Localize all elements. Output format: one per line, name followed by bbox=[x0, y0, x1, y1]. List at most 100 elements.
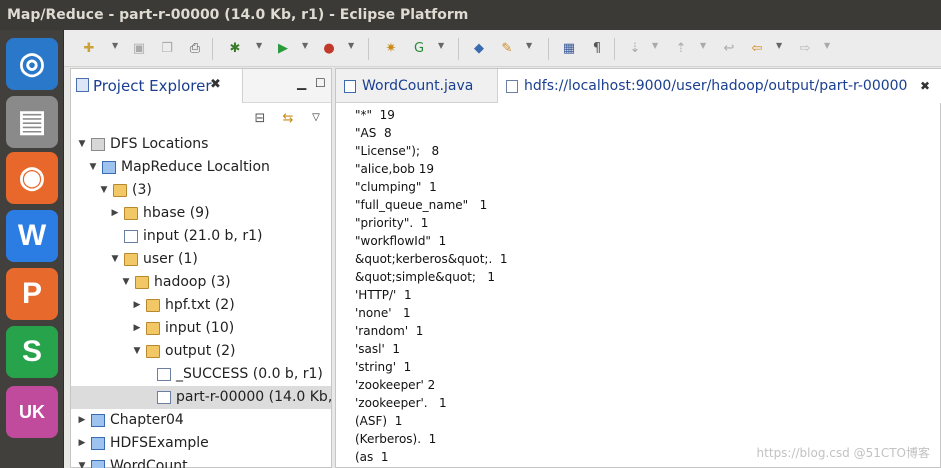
tree-item-label: hadoop (3) bbox=[154, 274, 231, 290]
tree-item[interactable]: ▶ input (10) bbox=[71, 317, 331, 340]
text-line: 'string' 1 bbox=[355, 360, 412, 374]
back-icon[interactable]: ⇦ bbox=[748, 39, 766, 57]
editor-tab-wordcount[interactable]: WordCount.java bbox=[336, 69, 496, 103]
tree-item[interactable]: ▶ hbase (9) bbox=[71, 202, 331, 225]
editor-tab-bar: WordCount.java hdfs://localhost:9000/use… bbox=[336, 69, 941, 103]
text-line: 'random' 1 bbox=[355, 324, 424, 338]
expanded-arrow-icon[interactable]: ▼ bbox=[110, 248, 120, 271]
open-type-icon[interactable]: ◆ bbox=[470, 39, 488, 57]
tree-item[interactable]: ▼ MapReduce Localtion bbox=[71, 156, 331, 179]
expanded-arrow-icon[interactable]: ▼ bbox=[99, 179, 109, 202]
firefox-launcher-icon[interactable]: ◉ bbox=[6, 152, 58, 204]
tree-item[interactable]: ▼ WordCount bbox=[71, 455, 331, 468]
collapsed-arrow-icon[interactable]: ▶ bbox=[77, 409, 87, 432]
folder-icon bbox=[146, 345, 160, 358]
window-title: Map/Reduce - part-r-00000 (14.0 Kb, r1) … bbox=[0, 0, 941, 30]
uk-software-center-launcher-icon[interactable]: UK bbox=[6, 386, 58, 438]
tree-item-label: user (1) bbox=[143, 251, 198, 267]
collapsed-arrow-icon[interactable]: ▶ bbox=[110, 202, 120, 225]
text-line: "full_queue_name" 1 bbox=[355, 198, 488, 212]
project-explorer-tab[interactable]: Project Explorer ✖ bbox=[71, 69, 243, 103]
collapsed-arrow-icon[interactable]: ▶ bbox=[132, 294, 142, 317]
new-java-project-icon[interactable]: ✷ bbox=[382, 39, 400, 57]
maximize-icon[interactable]: ☐ bbox=[315, 76, 326, 90]
tree-item-label: hbase (9) bbox=[143, 205, 210, 221]
tree-item[interactable]: part-r-00000 (14.0 Kb, r1 bbox=[71, 386, 331, 409]
back-dropdown-icon[interactable]: ▼ bbox=[776, 41, 782, 50]
previous-annotation-icon[interactable]: ⇡ bbox=[672, 39, 690, 57]
files-launcher-icon[interactable]: ▤ bbox=[6, 96, 58, 148]
new-class-dropdown-icon[interactable]: ▼ bbox=[438, 41, 444, 50]
debug-icon[interactable]: ✱ bbox=[226, 39, 244, 57]
tree-item[interactable]: _SUCCESS (0.0 b, r1) bbox=[71, 363, 331, 386]
new-class-icon[interactable]: G bbox=[410, 39, 428, 57]
wps-writer-glyph: W bbox=[17, 219, 47, 252]
project-explorer-title: Project Explorer bbox=[93, 77, 212, 95]
expanded-arrow-icon[interactable]: ▼ bbox=[88, 156, 98, 179]
tree-item[interactable]: ▶ Chapter04 bbox=[71, 409, 331, 432]
forward-dropdown-icon[interactable]: ▼ bbox=[824, 41, 830, 50]
tree-item[interactable]: ▼ (3) bbox=[71, 179, 331, 202]
link-with-editor-icon[interactable]: ⇆ bbox=[279, 109, 297, 127]
wps-spreadsheets-launcher-icon[interactable]: S bbox=[6, 326, 58, 378]
editor-tab-part-r-00000[interactable]: hdfs://localhost:9000/user/hadoop/output… bbox=[497, 69, 941, 103]
text-line: (Kerberos). 1 bbox=[355, 432, 437, 446]
tree-item-label: output (2) bbox=[165, 343, 236, 359]
last-edit-location-icon[interactable]: ↩ bbox=[720, 39, 738, 57]
tree-item-label: input (10) bbox=[165, 320, 235, 336]
text-line: (as 1 bbox=[355, 450, 389, 464]
save-all-icon[interactable]: ❐ bbox=[158, 39, 176, 57]
editor-tab-label: hdfs://localhost:9000/user/hadoop/output… bbox=[524, 78, 908, 94]
minimize-icon[interactable]: ▁ bbox=[297, 76, 306, 90]
tree-item-label: input (21.0 b, r1) bbox=[143, 228, 263, 244]
toggle-mark-occurrences-icon[interactable]: ▦ bbox=[560, 39, 578, 57]
new-wizard-icon[interactable]: ✚ bbox=[80, 39, 98, 57]
folder-icon bbox=[124, 253, 138, 266]
collapsed-arrow-icon[interactable]: ▶ bbox=[132, 317, 142, 340]
search-icon[interactable]: ✎ bbox=[498, 39, 516, 57]
project-explorer-icon bbox=[76, 78, 89, 92]
debug-dropdown-icon[interactable]: ▼ bbox=[256, 41, 262, 50]
expanded-arrow-icon[interactable]: ▼ bbox=[132, 340, 142, 363]
collapse-all-icon[interactable]: ⊟ bbox=[251, 109, 269, 127]
wps-spreadsheets-glyph: S bbox=[21, 335, 42, 368]
tree-item[interactable]: ▼ hadoop (3) bbox=[71, 271, 331, 294]
close-icon[interactable]: ✖ bbox=[920, 69, 930, 103]
run-icon[interactable]: ▶ bbox=[274, 39, 292, 57]
show-whitespace-icon[interactable]: ¶ bbox=[588, 39, 606, 57]
print-icon[interactable]: ⎙ bbox=[186, 39, 204, 57]
ubuntu-dash-launcher-icon[interactable]: ◎ bbox=[6, 38, 58, 90]
tree-item-label: (3) bbox=[132, 182, 152, 198]
collapsed-arrow-icon[interactable]: ▶ bbox=[77, 432, 87, 455]
external-tools-dropdown-icon[interactable]: ▼ bbox=[348, 41, 354, 50]
new-dropdown-icon[interactable]: ▼ bbox=[112, 41, 118, 50]
tree-item[interactable]: ▼ DFS Locations bbox=[71, 133, 331, 156]
next-annotation-dropdown-icon[interactable]: ▼ bbox=[652, 41, 658, 50]
expanded-arrow-icon[interactable]: ▼ bbox=[121, 271, 131, 294]
run-dropdown-icon[interactable]: ▼ bbox=[302, 41, 308, 50]
close-icon[interactable]: ✖ bbox=[210, 77, 221, 92]
text-editor[interactable]: "*" 19 "AS 8 "License"); 8 "alice,bob 19 "cl… bbox=[336, 104, 940, 467]
tree-item[interactable]: ▼ user (1) bbox=[71, 248, 331, 271]
wps-presentation-launcher-icon[interactable]: P bbox=[6, 268, 58, 320]
search-dropdown-icon[interactable]: ▼ bbox=[526, 41, 532, 50]
tree-item[interactable]: ▶ HDFSExample bbox=[71, 432, 331, 455]
external-tools-icon[interactable]: ● bbox=[320, 39, 338, 57]
expanded-arrow-icon[interactable]: ▼ bbox=[77, 455, 87, 468]
next-annotation-icon[interactable]: ⇣ bbox=[626, 39, 644, 57]
tree-item[interactable]: input (21.0 b, r1) bbox=[71, 225, 331, 248]
editor-area: WordCount.java hdfs://localhost:9000/use… bbox=[335, 68, 941, 468]
save-icon[interactable]: ▣ bbox=[130, 39, 148, 57]
text-line: "AS 8 bbox=[355, 126, 392, 140]
view-menu-icon[interactable]: ▽ bbox=[307, 109, 325, 127]
editor-tab-label: WordCount.java bbox=[362, 78, 474, 94]
expanded-arrow-icon[interactable]: ▼ bbox=[77, 133, 87, 156]
wps-writer-launcher-icon[interactable]: W bbox=[6, 210, 58, 262]
tree-item[interactable]: ▼ output (2) bbox=[71, 340, 331, 363]
text-line: 'HTTP/' 1 bbox=[355, 288, 412, 302]
tree-item-label: MapReduce Localtion bbox=[121, 159, 270, 175]
previous-annotation-dropdown-icon[interactable]: ▼ bbox=[700, 41, 706, 50]
tree-item[interactable]: ▶ hpf.txt (2) bbox=[71, 294, 331, 317]
explorer-toolbar: ⊟ ⇆ ▽ bbox=[71, 104, 331, 132]
forward-icon[interactable]: ⇨ bbox=[796, 39, 814, 57]
